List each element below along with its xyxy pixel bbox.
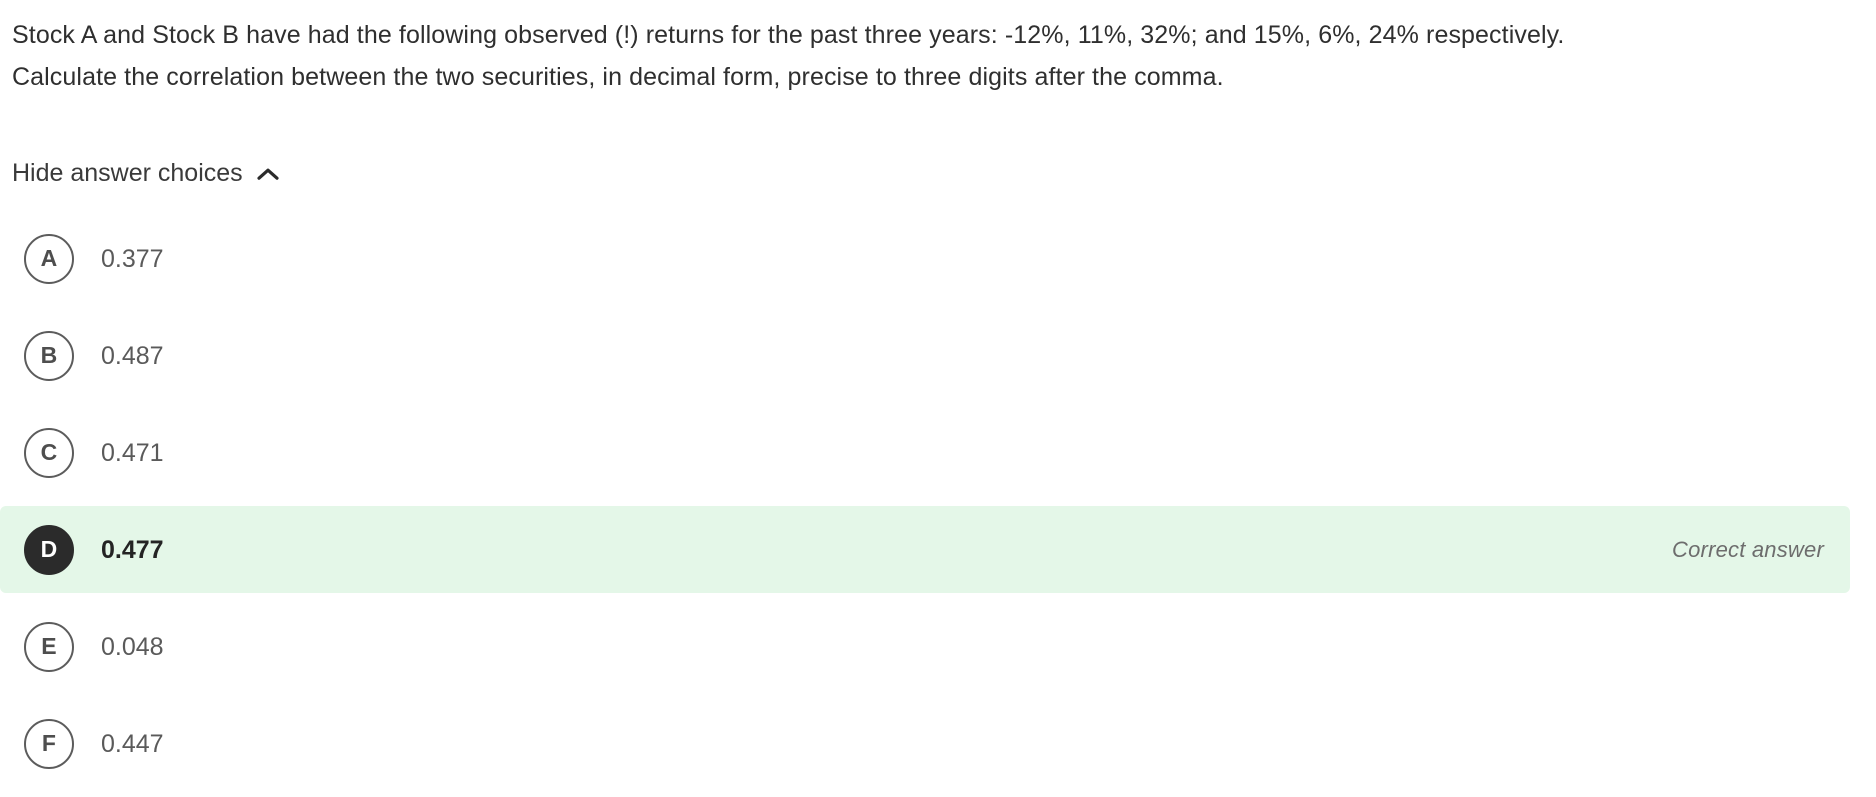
question-prompt: Stock A and Stock B have had the followi… [12, 14, 1812, 98]
correct-answer-badge: Correct answer [1672, 536, 1824, 562]
choice-letter-marker: A [24, 233, 74, 284]
question-line-2: Calculate the correlation between the tw… [12, 63, 1224, 91]
answer-choices-list: A 0.377 B 0.487 C 0.471 D 0.477 Correct … [0, 215, 1876, 797]
choice-value: 0.477 [101, 535, 164, 564]
choice-letter-marker: B [24, 330, 74, 381]
question-page: Stock A and Stock B have had the followi… [0, 0, 1876, 796]
choice-value: 0.447 [101, 729, 164, 758]
question-line-1: Stock A and Stock B have had the followi… [12, 21, 1565, 49]
choice-value: 0.487 [101, 341, 164, 370]
choice-letter-marker: E [24, 621, 74, 672]
chevron-up-icon [257, 167, 279, 181]
choice-value: 0.377 [101, 244, 164, 273]
choice-letter-marker: C [24, 427, 74, 478]
answer-choice-e[interactable]: E 0.048 [0, 603, 1876, 690]
answer-choice-f[interactable]: F 0.447 [0, 700, 1876, 787]
answer-choice-b[interactable]: B 0.487 [0, 312, 1876, 399]
answer-choice-a[interactable]: A 0.377 [0, 215, 1876, 302]
choice-value: 0.048 [101, 632, 164, 661]
choice-letter-marker: D [24, 524, 74, 575]
hide-answer-choices-toggle[interactable]: Hide answer choices [12, 158, 279, 188]
answer-choice-d[interactable]: D 0.477 Correct answer [0, 506, 1850, 593]
hide-answer-choices-label: Hide answer choices [12, 159, 243, 187]
choice-value: 0.471 [101, 438, 164, 467]
answer-choice-c[interactable]: C 0.471 [0, 409, 1876, 496]
choice-letter-marker: F [24, 718, 74, 769]
